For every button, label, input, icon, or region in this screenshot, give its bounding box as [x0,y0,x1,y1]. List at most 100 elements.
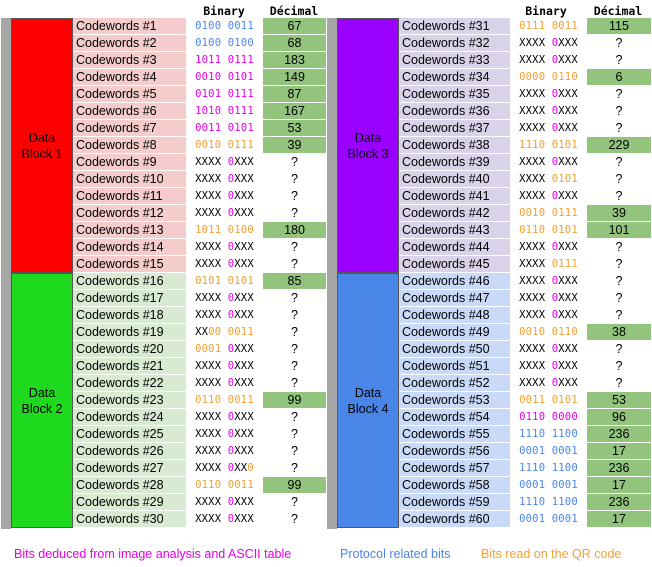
decimal-value: 236 [587,460,651,476]
binary-value: XXXX 0XXX [186,188,263,204]
decimal-value: 39 [263,137,326,153]
binary-segment: XXX [234,258,254,270]
decimal-value: ? [263,154,326,170]
decimal-value: ? [587,171,651,187]
codeword-label: Codewords #13 [73,222,186,238]
codeword-label: Codewords #45 [399,256,510,272]
codeword-label: Codewords #37 [399,120,510,136]
decimal-value: ? [263,358,326,374]
codeword-label: Codewords #46 [399,273,510,289]
binary-segment: XXX [234,513,254,525]
binary-value: 0001 0001 [510,443,587,459]
block-label-line: Block 2 [21,401,63,416]
binary-value: 0001 0001 [510,511,587,527]
decimal-value: ? [263,256,326,272]
decimal-value: ? [263,443,326,459]
binary-value: XXXX 0XXX [186,511,263,527]
codeword-label: Codewords #14 [73,239,186,255]
decimal-value: 149 [263,69,326,85]
decimal-value: 53 [263,120,326,136]
binary-segment: XXX [558,190,578,202]
binary-segment: XXX [558,377,578,389]
decimal-value: 183 [263,52,326,68]
binary-segment: 0000 0110 [519,71,578,83]
decimal-value: 6 [587,69,651,85]
binary-segment: XXXX [519,88,552,100]
decimal-value: 87 [263,86,326,102]
binary-segment: XXXX [519,173,552,185]
binary-value: XXXX 0XXX [510,273,587,289]
binary-segment: XXXX [195,258,228,270]
binary-segment: XXX [234,343,254,355]
binary-segment: XXX [558,105,578,117]
binary-value: XXXX 0XXX [510,120,587,136]
binary-segment: XXX [558,360,578,372]
binary-value: XXXX 0XXX [510,154,587,170]
codeword-label: Codewords #5 [73,86,186,102]
codeword-label: Codewords #27 [73,460,186,476]
decimal-value: 167 [263,103,326,119]
decimal-value: ? [587,290,651,306]
decimal-value: ? [263,205,326,221]
codeword-label: Codewords #49 [399,324,510,340]
data-block-3-label: Data Block 3 [337,18,399,273]
binary-segment: XXX [234,411,254,423]
block-label-line: Block 4 [347,401,389,416]
binary-segment: XXX [234,241,254,253]
binary-segment: 0001 0001 [519,479,578,491]
codeword-label: Codewords #59 [399,494,510,510]
binary-value: 0101 0111 [186,86,263,102]
codeword-label: Codewords #35 [399,86,510,102]
binary-segment: XXXX [519,377,552,389]
decimal-value: 236 [587,494,651,510]
codeword-label: Codewords #48 [399,307,510,323]
decimal-value: ? [587,341,651,357]
binary-segment: XXXX [519,275,552,287]
decimal-value: ? [263,460,326,476]
binary-value: XXXX 0XXX [510,188,587,204]
codeword-label: Codewords #53 [399,392,510,408]
decimal-value: 180 [263,222,326,238]
binary-value: 1011 0100 [186,222,263,238]
decimal-value: ? [263,324,326,340]
binary-value: 0010 0111 [510,205,587,221]
binary-value: 0000 0110 [510,69,587,85]
binary-segment: 0001 0001 [519,445,578,457]
codeword-label: Codewords #7 [73,120,186,136]
decimal-value: ? [263,426,326,442]
binary-segment: XXXX [195,241,228,253]
binary-segment: XXXX [195,377,228,389]
block-label-line: Data [354,385,382,400]
codeword-label: Codewords #20 [73,341,186,357]
legend-orange-text: Bits read on the QR code [481,547,622,561]
binary-segment: 1110 1100 [519,428,578,440]
codeword-label: Codewords #4 [73,69,186,85]
legend-blue-text: Protocol related bits [340,547,451,561]
binary-segment: XXX [558,156,578,168]
binary-segment: XXXX [195,513,228,525]
codeword-label: Codewords #18 [73,307,186,323]
decimal-value: ? [263,375,326,391]
codeword-label: Codewords #51 [399,358,510,374]
binary-value: XXXX 0XXX [186,375,263,391]
binary-value: 0110 0000 [510,409,587,425]
binary-segment: 0101 [551,173,578,185]
binary-segment: XX [234,462,248,474]
binary-segment: XXX [234,496,254,508]
binary-value: 1110 1100 [510,460,587,476]
binary-segment: XXX [234,360,254,372]
decimal-value: ? [587,52,651,68]
binary-segment: 0011 0101 [195,122,254,134]
binary-value: XXXX 0XXX [186,426,263,442]
binary-value: XXXX 0XXX [186,205,263,221]
decimal-value: ? [587,86,651,102]
decimal-value: ? [587,375,651,391]
binary-segment: XX [195,326,209,338]
right-decimal-header: Décimal [593,4,643,18]
decimal-value: ? [263,239,326,255]
codeword-label: Codewords #9 [73,154,186,170]
binary-segment: XXXX [195,156,228,168]
binary-segment: XXXX [519,54,552,66]
binary-value: 0100 0011 [186,18,263,34]
binary-segment: XXX [234,309,254,321]
